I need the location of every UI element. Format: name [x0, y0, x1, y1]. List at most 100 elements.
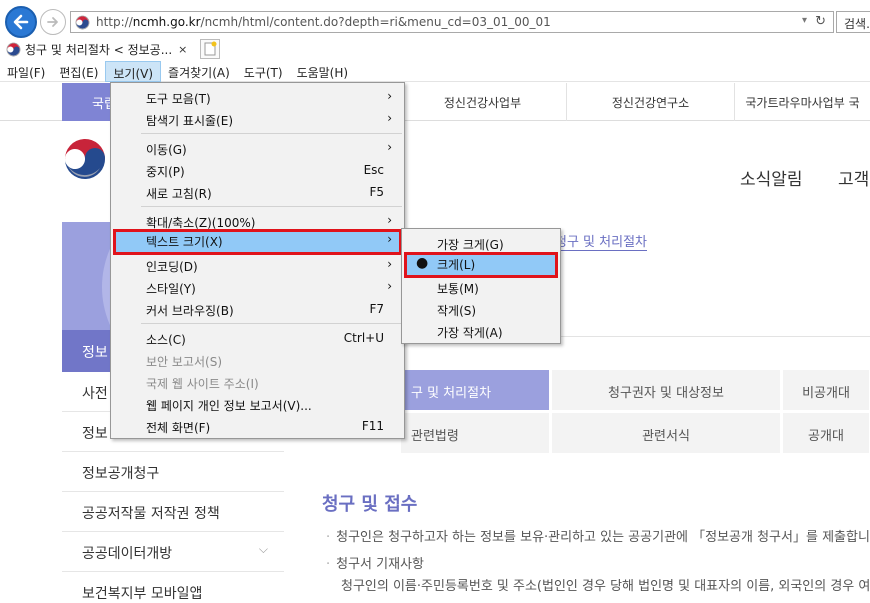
lnb-item-label: 공공데이터개방: [82, 546, 173, 562]
gnb-item-trauma-business[interactable]: 국가트라우마사업부 국: [734, 83, 870, 121]
lnb-item-public-data[interactable]: 공공데이터개방 ⌵: [62, 532, 284, 572]
tab-eligibility[interactable]: 청구권자 및 대상정보: [551, 369, 781, 411]
tab-non-disclosure[interactable]: 비공개대: [782, 369, 870, 411]
text-size-larger[interactable]: ● 크게(L): [404, 252, 558, 278]
gnb-item-research-institute[interactable]: 정신건강연구소: [566, 83, 734, 121]
selected-bullet-icon: ●: [416, 255, 429, 271]
site-favicon-icon: [75, 15, 90, 30]
search-field[interactable]: 검색...: [836, 11, 870, 33]
menu-item-shortcut: F7: [369, 302, 384, 316]
body-text: 청구인의 이름·주민등록번호 및 주소(법인인 경우 당해 법인명 및 대표자의…: [341, 575, 870, 594]
text-size-medium[interactable]: 보통(M): [404, 276, 558, 298]
chevron-down-icon: ⌵: [258, 542, 268, 556]
tab-strip: 청구 및 처리절차 < 정보공... ×: [0, 38, 870, 60]
site-logo[interactable]: [62, 136, 108, 182]
menu-item-intl-address: 국제 웹 사이트 주소(I): [113, 371, 402, 393]
menu-item-full-screen[interactable]: 전체 화면(F) F11: [113, 415, 402, 437]
menu-item-source[interactable]: 소스(C) Ctrl+U: [113, 327, 402, 349]
menu-item-label: 가장 작게(A): [437, 326, 503, 340]
lnb-item[interactable]: 공공저작물 저작권 정책: [62, 492, 284, 532]
site-favicon-icon: [6, 42, 21, 56]
body-text: · 청구인은 청구하고자 하는 정보를 보유·관리하고 있는 공공기관에 「정보공…: [326, 526, 870, 545]
body-text-line: 청구서 기재사항: [336, 557, 424, 572]
menu-item-label: 탐색기 표시줄(E): [146, 114, 234, 128]
menu-file[interactable]: 파일(F): [0, 61, 52, 82]
menu-item-label: 웹 페이지 개인 정보 보고서(V)...: [146, 399, 312, 413]
menu-item-label: 스타일(Y): [146, 282, 196, 296]
menu-item-label: 국제 웹 사이트 주소(I): [146, 377, 259, 391]
topnav-news[interactable]: 소식알림: [740, 165, 803, 190]
gnb-item-active[interactable]: 국립: [62, 83, 110, 121]
menu-item-shortcut: F5: [369, 185, 384, 199]
menu-item-label: 크게(L): [437, 258, 476, 272]
menu-item-text-size[interactable]: 텍스트 크기(X) ›: [113, 229, 402, 255]
menu-edit[interactable]: 편집(E): [52, 61, 105, 82]
section-title: 청구 및 접수: [322, 494, 418, 515]
menu-bar: 파일(F) 편집(E) 보기(V) 즐겨찾기(A) 도구(T) 도움말(H): [0, 61, 870, 82]
menu-help[interactable]: 도움말(H): [290, 61, 356, 82]
menu-favorites[interactable]: 즐겨찾기(A): [161, 61, 237, 82]
menu-item-label: 소스(C): [146, 333, 186, 347]
submenu-arrow-icon: ›: [387, 279, 392, 293]
menu-item-stop[interactable]: 중지(P) Esc: [113, 159, 402, 181]
arrow-right-icon: [47, 17, 58, 27]
menu-item-shortcut: Esc: [363, 163, 384, 177]
tab-procedure[interactable]: 구 및 처리절차: [400, 369, 550, 411]
menu-item-label: 새로 고침(R): [146, 187, 212, 201]
menu-item-label: 텍스트 크기(X): [146, 235, 223, 249]
menu-item-caret-browsing[interactable]: 커서 브라우징(B) F7: [113, 298, 402, 320]
breadcrumb[interactable]: 청구 및 처리절차: [555, 231, 647, 251]
tab-forms[interactable]: 관련서식: [551, 412, 781, 454]
tab-laws[interactable]: 관련법령: [400, 412, 550, 454]
menu-item-toolbars[interactable]: 도구 모음(T) ›: [113, 86, 402, 108]
url-text: http://ncmh.go.kr/ncmh/html/content.do?d…: [96, 15, 551, 29]
url-dropdown-icon[interactable]: ▾: [802, 15, 807, 26]
submenu-arrow-icon: ›: [387, 257, 392, 271]
body-text-line: 청구인의 이름·주민등록번호 및 주소(법인인 경우 당해 법인명 및 대표자의…: [341, 579, 870, 594]
menu-item-encoding[interactable]: 인코딩(D) ›: [113, 254, 402, 276]
body-text-line: 청구인은 청구하고자 하는 정보를 보유·관리하고 있는 공공기관에 「정보공개…: [336, 530, 870, 545]
refresh-icon[interactable]: ↻: [815, 14, 826, 29]
menu-item-label: 인코딩(D): [146, 260, 198, 274]
menu-item-shortcut: Ctrl+U: [343, 331, 384, 345]
bullet: ·: [326, 530, 331, 545]
close-tab-icon[interactable]: ×: [178, 43, 187, 56]
menu-item-shortcut: F11: [361, 419, 384, 433]
text-size-smaller[interactable]: 작게(S): [404, 298, 558, 320]
menu-item-label: 보통(M): [437, 282, 479, 296]
view-menu: 도구 모음(T) › 탐색기 표시줄(E) › 이동(G) › 중지(P) Es…: [110, 82, 405, 439]
text-size-submenu: 가장 크게(G) ● 크게(L) 보통(M) 작게(S) 가장 작게(A): [401, 228, 561, 344]
menu-item-label: 이동(G): [146, 143, 187, 157]
lnb-item[interactable]: 보건복지부 모바일앱: [62, 572, 284, 603]
menu-item-label: 도구 모음(T): [146, 92, 211, 106]
menu-item-label: 가장 크게(G): [437, 238, 504, 252]
tab-title: 청구 및 처리절차 < 정보공...: [25, 42, 173, 57]
topnav-customer[interactable]: 고객: [838, 165, 869, 190]
new-tab-icon: [204, 41, 217, 56]
menu-tools[interactable]: 도구(T): [237, 61, 290, 82]
menu-item-privacy-report[interactable]: 웹 페이지 개인 정보 보고서(V)...: [113, 393, 402, 415]
text-size-smallest[interactable]: 가장 작게(A): [404, 320, 558, 342]
gnb-item-mental-health-business[interactable]: 정신건강사업부: [398, 83, 566, 121]
lnb-item[interactable]: 정보공개청구: [62, 452, 284, 492]
submenu-arrow-icon: ›: [387, 111, 392, 125]
body-text: · 청구서 기재사항: [326, 553, 424, 572]
menu-view[interactable]: 보기(V): [105, 61, 162, 82]
new-tab-button[interactable]: [200, 39, 220, 59]
submenu-arrow-icon: ›: [387, 213, 392, 227]
text-size-largest[interactable]: 가장 크게(G): [404, 232, 558, 254]
menu-item-explorer-bars[interactable]: 탐색기 표시줄(E) ›: [113, 108, 402, 130]
tab-disclosure[interactable]: 공개대: [782, 412, 870, 454]
back-button[interactable]: [5, 6, 37, 38]
bullet: ·: [326, 557, 331, 572]
menu-separator: [141, 133, 402, 134]
menu-item-label: 중지(P): [146, 165, 185, 179]
forward-button[interactable]: [40, 9, 66, 35]
menu-item-style[interactable]: 스타일(Y) ›: [113, 276, 402, 298]
menu-separator: [141, 206, 402, 207]
browser-tab[interactable]: 청구 및 처리절차 < 정보공... ×: [2, 38, 197, 60]
url-field[interactable]: http://ncmh.go.kr/ncmh/html/content.do?d…: [70, 11, 834, 33]
menu-item-go-to[interactable]: 이동(G) ›: [113, 137, 402, 159]
menu-item-label: 커서 브라우징(B): [146, 304, 234, 318]
menu-item-refresh[interactable]: 새로 고침(R) F5: [113, 181, 402, 203]
